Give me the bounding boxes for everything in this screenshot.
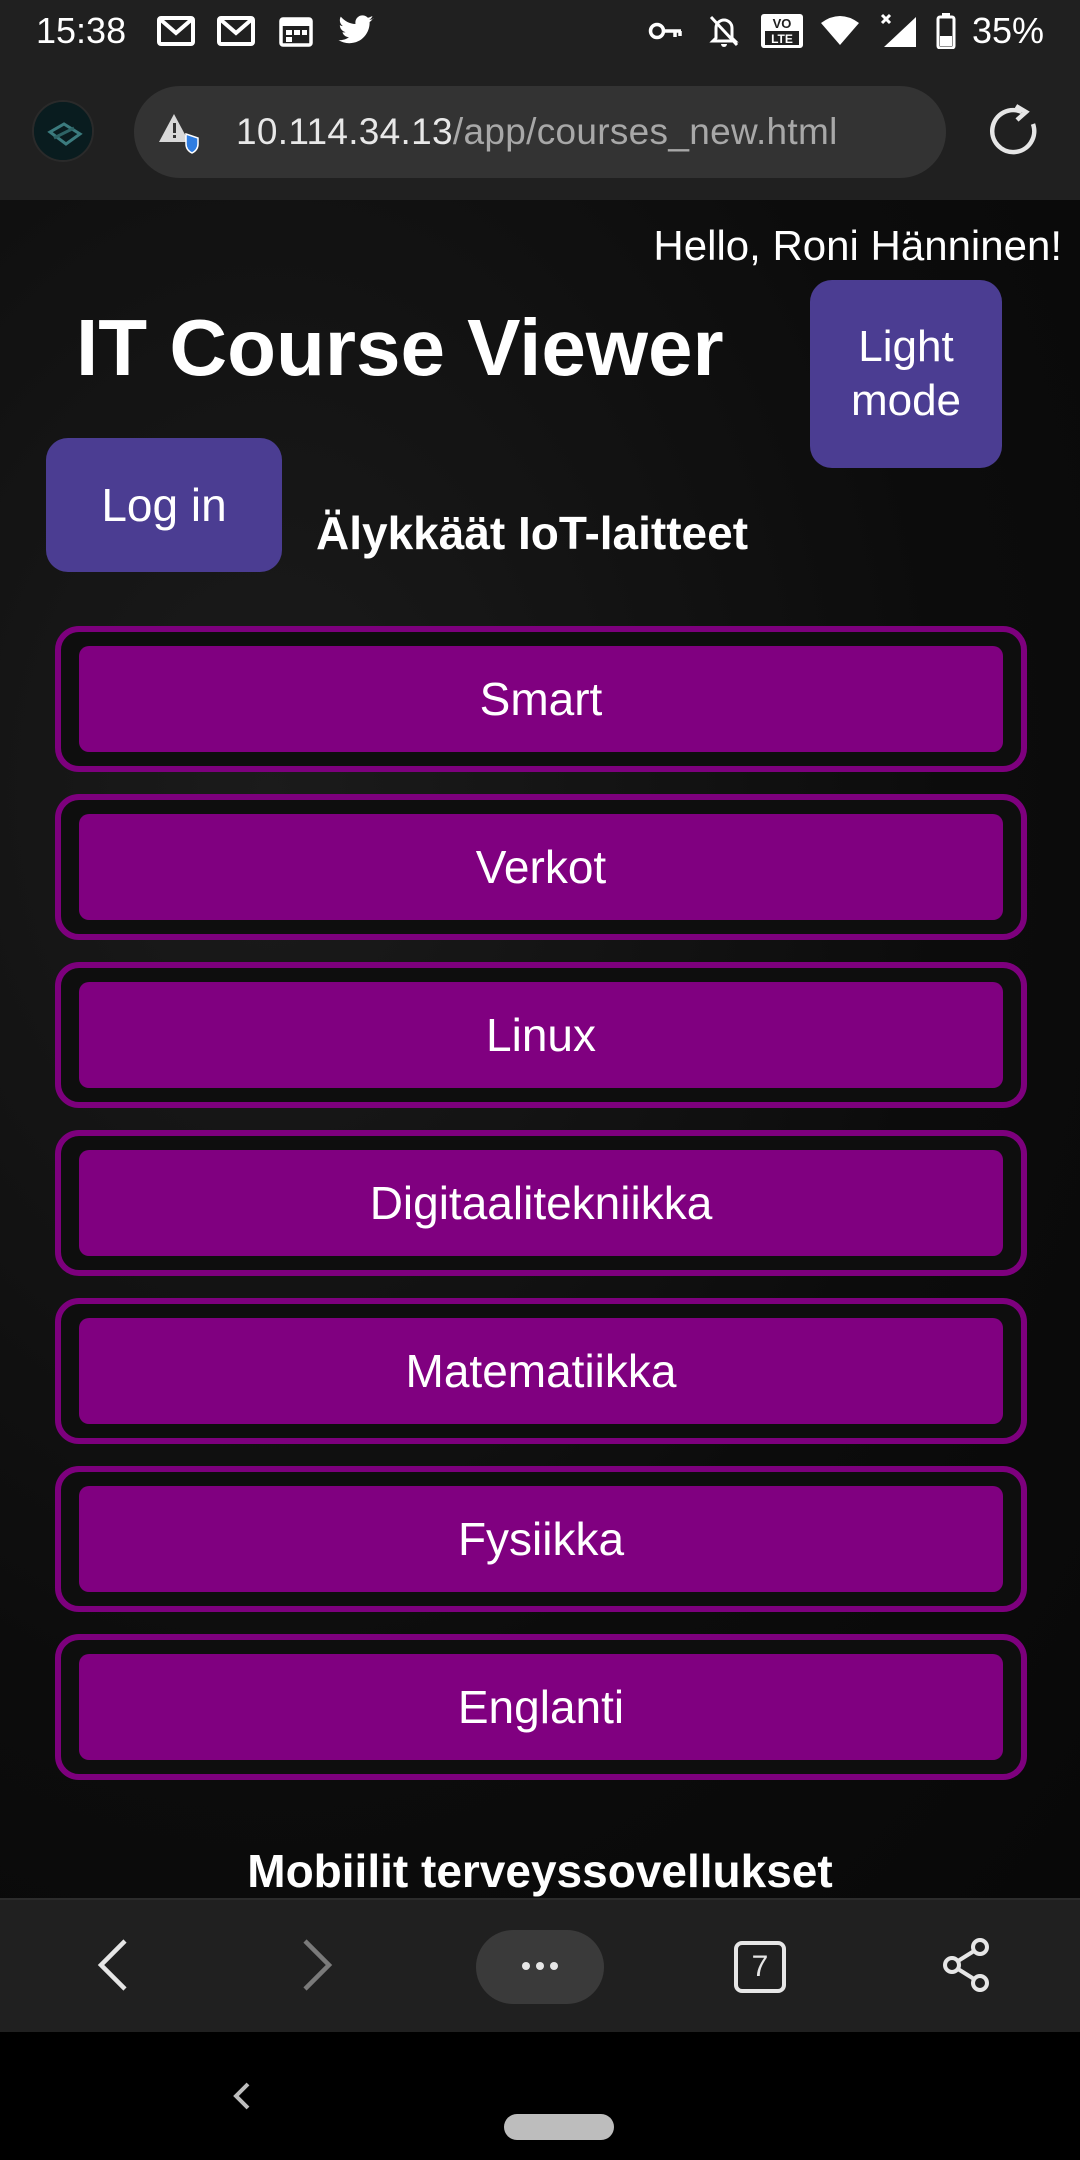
section-title: Älykkäät IoT-laitteet [316,507,749,559]
tab-count: 7 [734,1941,786,1993]
user-greeting: Hello, Roni Hänninen! [653,222,1062,269]
course-button-smart[interactable]: Smart [79,646,1003,752]
tabs-button[interactable]: 7 [730,1900,790,2034]
menu-button[interactable] [476,1930,604,2004]
reload-icon[interactable] [986,102,1044,160]
page-title: IT Course Viewer [76,303,724,392]
status-time: 15:38 [36,10,127,51]
course-item: Verkot [55,794,1027,940]
url-text[interactable]: 10.114.34.13/app/courses_new.html [236,111,838,153]
svg-text:VO: VO [773,16,792,31]
browser-address-bar: 10.114.34.13/app/courses_new.html [0,62,1080,200]
course-item: Englanti [55,1634,1027,1780]
web-page: Hello, Roni Hänninen! IT Course Viewer L… [0,200,1080,1898]
login-button[interactable]: Log in [46,438,282,572]
url-host: 10.114.34.13 [236,111,453,152]
light-mode-button[interactable]: Light mode [810,280,1002,468]
not-secure-warning-icon[interactable] [158,110,202,154]
course-item: Matematiikka [55,1298,1027,1444]
course-button-fysiikka[interactable]: Fysiikka [79,1486,1003,1592]
course-button-englanti[interactable]: Englanti [79,1654,1003,1760]
course-list: Smart Verkot Linux Digitaalitekniikka Ma… [55,626,1027,1802]
course-button-digitaalitekniikka[interactable]: Digitaalitekniikka [79,1150,1003,1256]
share-icon [940,1937,992,1998]
vpn-key-icon [644,11,688,51]
course-item: Smart [55,626,1027,772]
course-item: Linux [55,962,1027,1108]
battery-icon [934,11,958,51]
course-button-matematiikka[interactable]: Matematiikka [79,1318,1003,1424]
system-navigation-bar [0,2032,1080,2160]
site-identity-icon[interactable] [32,100,94,162]
forward-button[interactable] [284,1900,350,2034]
svg-text:LTE: LTE [771,32,793,46]
twitter-icon [334,11,378,51]
course-item: Fysiikka [55,1466,1027,1612]
home-pill[interactable] [504,2114,614,2140]
signal-icon [876,11,920,51]
more-icon [520,1958,560,1976]
browser-toolbar: 7 [0,1898,1080,2032]
gmail-icon [154,11,198,51]
course-button-linux[interactable]: Linux [79,982,1003,1088]
next-section-title: Mobiilit terveyssovellukset [247,1845,833,1897]
volte-icon: VO LTE [760,11,804,51]
url-path: /app/courses_new.html [452,111,838,152]
calendar-icon [274,11,318,51]
notification-icons [154,11,378,51]
chevron-right-icon [297,1935,337,2000]
chevron-left-icon [93,1935,133,2000]
url-field[interactable]: 10.114.34.13/app/courses_new.html [134,86,946,178]
back-button[interactable] [80,1900,146,2034]
system-back-icon[interactable] [220,2072,264,2120]
course-button-verkot[interactable]: Verkot [79,814,1003,920]
gmail-icon [214,11,258,51]
bell-off-icon [702,11,746,51]
share-button[interactable] [936,1900,996,2034]
wifi-icon [818,11,862,51]
battery-percent: 35% [971,10,1044,51]
status-bar: 15:38 VO LTE 35% [0,0,1080,62]
course-item: Digitaalitekniikka [55,1130,1027,1276]
